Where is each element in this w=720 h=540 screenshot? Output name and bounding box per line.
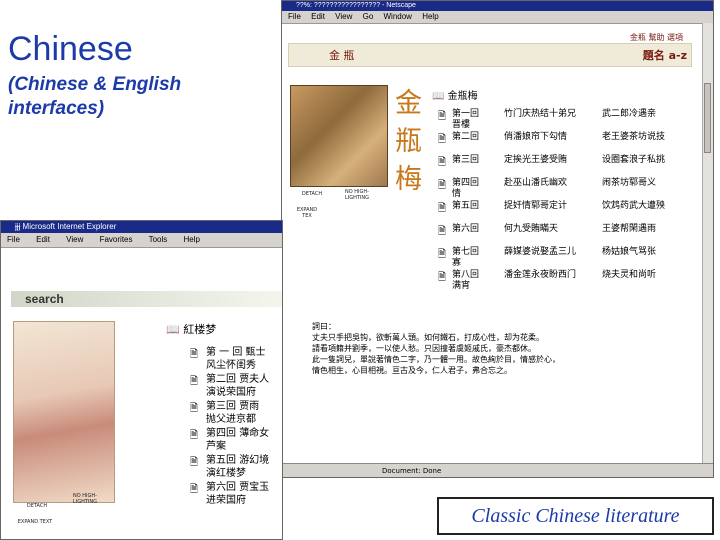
document-icon: 🗎 — [438, 157, 447, 168]
list-item[interactable]: 🗎 第七回 寡薛媒婆说娶孟三儿 杨姑娘气骂张 — [438, 247, 692, 270]
list-item[interactable]: 🗎 第 一 回 甄士 风尘怀闺秀 — [190, 346, 282, 373]
no-highlighting-button[interactable]: NO HIGH-LIGHTING — [337, 189, 377, 201]
document-icon: 🗎 — [190, 403, 199, 414]
slide-caption: Classic Chinese literature — [437, 497, 714, 535]
preface-label: 詞曰： — [312, 322, 336, 331]
menu-favorites[interactable]: Favorites — [100, 235, 133, 244]
book-cover-image — [290, 85, 388, 187]
list-item[interactable]: 🗎 第三回 贾雨 抛父进京都 — [190, 400, 282, 427]
list-heading: 📖 金瓶梅 — [432, 91, 478, 102]
no-highlighting-button[interactable]: NO HIGH-LIGHTING — [63, 493, 107, 505]
book-icon: 📖 — [166, 323, 180, 336]
menu-go[interactable]: Go — [363, 12, 374, 21]
list-item[interactable]: 🗎 第四回 情赴巫山潘氏幽欢 闹茶坊郓哥义 — [438, 178, 692, 201]
preface-line: 丈夫只手把吳钩，欲斬萬人頭。如何鐵石，打成心性，却为花柔。 — [312, 333, 544, 342]
status-bar: Document: Done — [282, 463, 713, 477]
document-icon: 🗎 — [190, 376, 199, 387]
chapter-list: 🗎 第 一 回 甄士 风尘怀闺秀 🗎 第二回 贾夫人 演说荣国府 🗎 第三回 贾雨 抛父进京… — [190, 346, 282, 508]
list-item[interactable]: 🗎 第六回 贾宝玉 进荣国府 — [190, 481, 282, 508]
document-icon: 🗎 — [190, 349, 199, 360]
search-bar[interactable]: search — [11, 291, 282, 307]
top-links[interactable]: 金瓶 幫助 選項 — [630, 32, 683, 43]
vertical-scrollbar[interactable] — [702, 23, 713, 463]
menu-edit[interactable]: Edit — [36, 235, 50, 244]
detach-button[interactable]: DETACH — [292, 191, 332, 197]
book-cover-image — [13, 321, 115, 503]
menu-file[interactable]: File — [7, 235, 20, 244]
document-icon: 🗎 — [438, 272, 447, 283]
calligraphy-title: 金瓶梅 — [395, 88, 422, 195]
list-heading: 📖 紅楼梦 — [166, 323, 217, 336]
chapter-list: 🗎 第一回 晋樓 竹门庆热结十弟兄 武二郎冷遇亲 🗎 第二回 俏潘娘帘下勾情 老王婆茶坊说技… — [438, 109, 692, 293]
document-icon: 🗎 — [438, 111, 447, 122]
list-item[interactable]: 🗎 第六回 何九受賄瞞天 王婆帮閑遇雨 — [438, 224, 692, 247]
netscape-menu-bar: File Edit View Go Window Help — [282, 11, 713, 24]
preface-text: 詞曰： 丈夫只手把吳钩，欲斬萬人頭。如何鐵石，打成心性，却为花柔。 請看項籍并劉… — [312, 321, 692, 376]
document-icon: 🗎 — [438, 249, 447, 260]
menu-window[interactable]: Window — [384, 12, 412, 21]
document-icon: 🗎 — [190, 457, 199, 468]
ie-window: ɉɉɉ Microsoft Internet Explorer File Edi… — [0, 220, 283, 540]
menu-help[interactable]: Help — [184, 235, 200, 244]
preface-line: 情色相生，心目相視。亘古及今，仁人君子，弗合忘之。 — [312, 366, 512, 375]
list-item[interactable]: 🗎 第五回 游幻境 演红楼梦 — [190, 454, 282, 481]
menu-tools[interactable]: Tools — [149, 235, 168, 244]
document-icon: 🗎 — [438, 180, 447, 191]
menu-view[interactable]: View — [66, 235, 83, 244]
book-icon: 📖 — [432, 91, 445, 102]
list-item[interactable]: 🗎 第二回 俏潘娘帘下勾情 老王婆茶坊说技 — [438, 132, 692, 155]
nav-title: 金 瓶 — [329, 49, 355, 62]
menu-view[interactable]: View — [335, 12, 352, 21]
list-item[interactable]: 🗎 第八回 满宵 潘金莲永夜盼西门 烧夫灵和尚听 — [438, 270, 692, 293]
list-item[interactable]: 🗎 第二回 贾夫人 演说荣国府 — [190, 373, 282, 400]
document-icon: 🗎 — [438, 134, 447, 145]
menu-help[interactable]: Help — [422, 12, 438, 21]
document-icon: 🗎 — [438, 203, 447, 214]
netscape-nav-bar: 金瓶 幫助 選項 金 瓶 題名 a-z — [288, 33, 692, 67]
sort-button[interactable]: 題名 a-z — [643, 47, 687, 63]
scrollbar-thumb[interactable] — [704, 83, 711, 153]
list-item[interactable]: 🗎 第五回 捉奸情郓哥定计 饮鸩药武大遭殃 — [438, 201, 692, 224]
ie-title-bar: ɉɉɉ Microsoft Internet Explorer — [1, 221, 282, 233]
ie-menu-bar: File Edit View Favorites Tools Help — [1, 233, 282, 248]
document-icon: 🗎 — [438, 226, 447, 237]
document-icon: 🗎 — [190, 430, 199, 441]
preface-line: 此一隻詞兒，單說著情色二字，乃一體一用。故色絢於目，情感於心， — [312, 355, 560, 364]
preface-line: 請看項籍并劉季，一以使人愁。只因撞著虞姬戚氏，豪杰都休。 — [312, 344, 536, 353]
document-icon: 🗎 — [190, 484, 199, 495]
slide-title: Chinese — [8, 30, 133, 68]
detach-button[interactable]: DETACH — [15, 503, 59, 509]
expand-text-button[interactable]: EXPAND TEXT — [15, 519, 55, 525]
netscape-window: ??%: ????????????????? - Netscape File E… — [281, 0, 714, 478]
list-item[interactable]: 🗎 第四回 薄命女 芦案 — [190, 427, 282, 454]
netscape-title-bar: ??%: ????????????????? - Netscape — [282, 1, 713, 11]
menu-edit[interactable]: Edit — [311, 12, 325, 21]
slide-subtitle: (Chinese & English interfaces) — [8, 74, 182, 119]
expand-text-button[interactable]: EXPAND TEX — [292, 207, 322, 219]
list-item[interactable]: 🗎 第一回 晋樓 竹门庆热结十弟兄 武二郎冷遇亲 — [438, 109, 692, 132]
menu-file[interactable]: File — [288, 12, 301, 21]
list-item[interactable]: 🗎 第三回 定挨光王婆受贿 设圈套浪子私挑 — [438, 155, 692, 178]
